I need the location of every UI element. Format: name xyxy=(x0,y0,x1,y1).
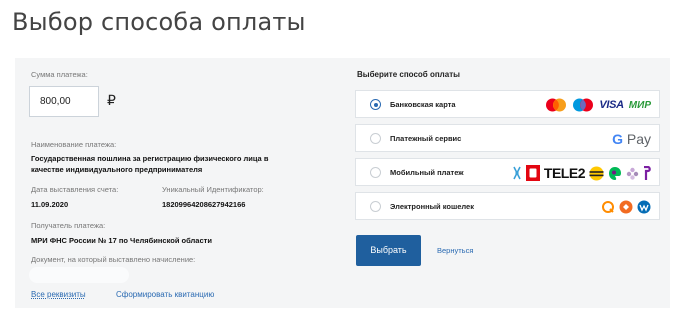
mts-logo-icon xyxy=(525,165,540,181)
beeline-logo-icon xyxy=(589,166,604,180)
amount-label: Сумма платежа: xyxy=(31,70,88,79)
all-details-link[interactable]: Все реквизиты xyxy=(31,290,86,299)
document-label: Документ, на который выставлено начислен… xyxy=(31,255,196,264)
megafon-logo-icon xyxy=(609,166,621,180)
method-option-payment-service[interactable]: Платежный сервис G Pay xyxy=(355,124,660,152)
radio-payment-service[interactable] xyxy=(370,133,381,144)
method-label-mobile: Мобильный платеж xyxy=(390,168,464,177)
yoomoney-logo-icon xyxy=(619,200,633,214)
payment-details-panel: Сумма платежа: 800,00 ₽ Наименование пла… xyxy=(15,58,343,308)
maestro-logo-icon xyxy=(573,98,594,112)
webmoney-logo-icon xyxy=(637,200,651,214)
back-link[interactable]: Вернуться xyxy=(437,246,473,255)
method-option-ewallet[interactable]: Электронный кошелек xyxy=(355,192,660,220)
document-value-placeholder xyxy=(29,267,129,283)
amount-field[interactable]: 800,00 xyxy=(29,86,99,117)
page-title: Выбор способа оплаты xyxy=(12,8,306,36)
motiv-logo-icon xyxy=(626,167,639,180)
radio-bank-card[interactable] xyxy=(370,99,381,110)
uid-value: 18209964208627942166 xyxy=(162,200,246,209)
mir-logo-icon: МИР xyxy=(628,99,651,111)
recipient-value: МРИ ФНС России № 17 по Челябинской облас… xyxy=(31,236,212,245)
qiwi-logo-icon xyxy=(602,201,614,213)
visa-logo-icon: VISA xyxy=(599,99,624,111)
payment-card: Сумма платежа: 800,00 ₽ Наименование пла… xyxy=(15,58,670,308)
invoice-date-value: 11.09.2020 xyxy=(31,200,69,209)
methods-title: Выберите способ оплаты xyxy=(357,70,460,79)
payment-methods-panel: Выберите способ оплаты Банковская карта … xyxy=(355,58,670,308)
invoice-date-label: Дата выставления счета: xyxy=(31,185,119,194)
tele2-logo-icon: TELE2 xyxy=(543,165,586,181)
method-label-bank-card: Банковская карта xyxy=(390,100,456,109)
radio-ewallet[interactable] xyxy=(370,201,381,212)
method-label-payment-service: Платежный сервис xyxy=(390,134,462,143)
generate-receipt-link[interactable]: Сформировать квитанцию xyxy=(116,290,214,299)
google-pay-logo-icon: G Pay xyxy=(612,131,651,147)
currency-sign: ₽ xyxy=(107,92,116,108)
recipient-label: Получатель платежа: xyxy=(31,221,106,230)
payment-name-label: Наименование платежа: xyxy=(31,140,117,149)
method-option-bank-card[interactable]: Банковская карта VISA МИР xyxy=(355,90,660,118)
select-button[interactable]: Выбрать xyxy=(356,235,421,266)
payment-name-line-1: Государственная пошлина за регистрацию ф… xyxy=(31,154,269,163)
yota-logo-icon xyxy=(644,165,651,180)
mastercard-logo-icon xyxy=(546,98,567,112)
radio-mobile[interactable] xyxy=(370,167,381,178)
operator-logo-icon xyxy=(513,166,521,180)
uid-label: Уникальный Идентификатор: xyxy=(162,185,264,194)
payment-name-line-2: качестве индивидуального предпринимателя xyxy=(31,165,203,174)
method-option-mobile[interactable]: Мобильный платеж TELE2 xyxy=(355,158,660,186)
method-label-ewallet: Электронный кошелек xyxy=(390,202,474,211)
